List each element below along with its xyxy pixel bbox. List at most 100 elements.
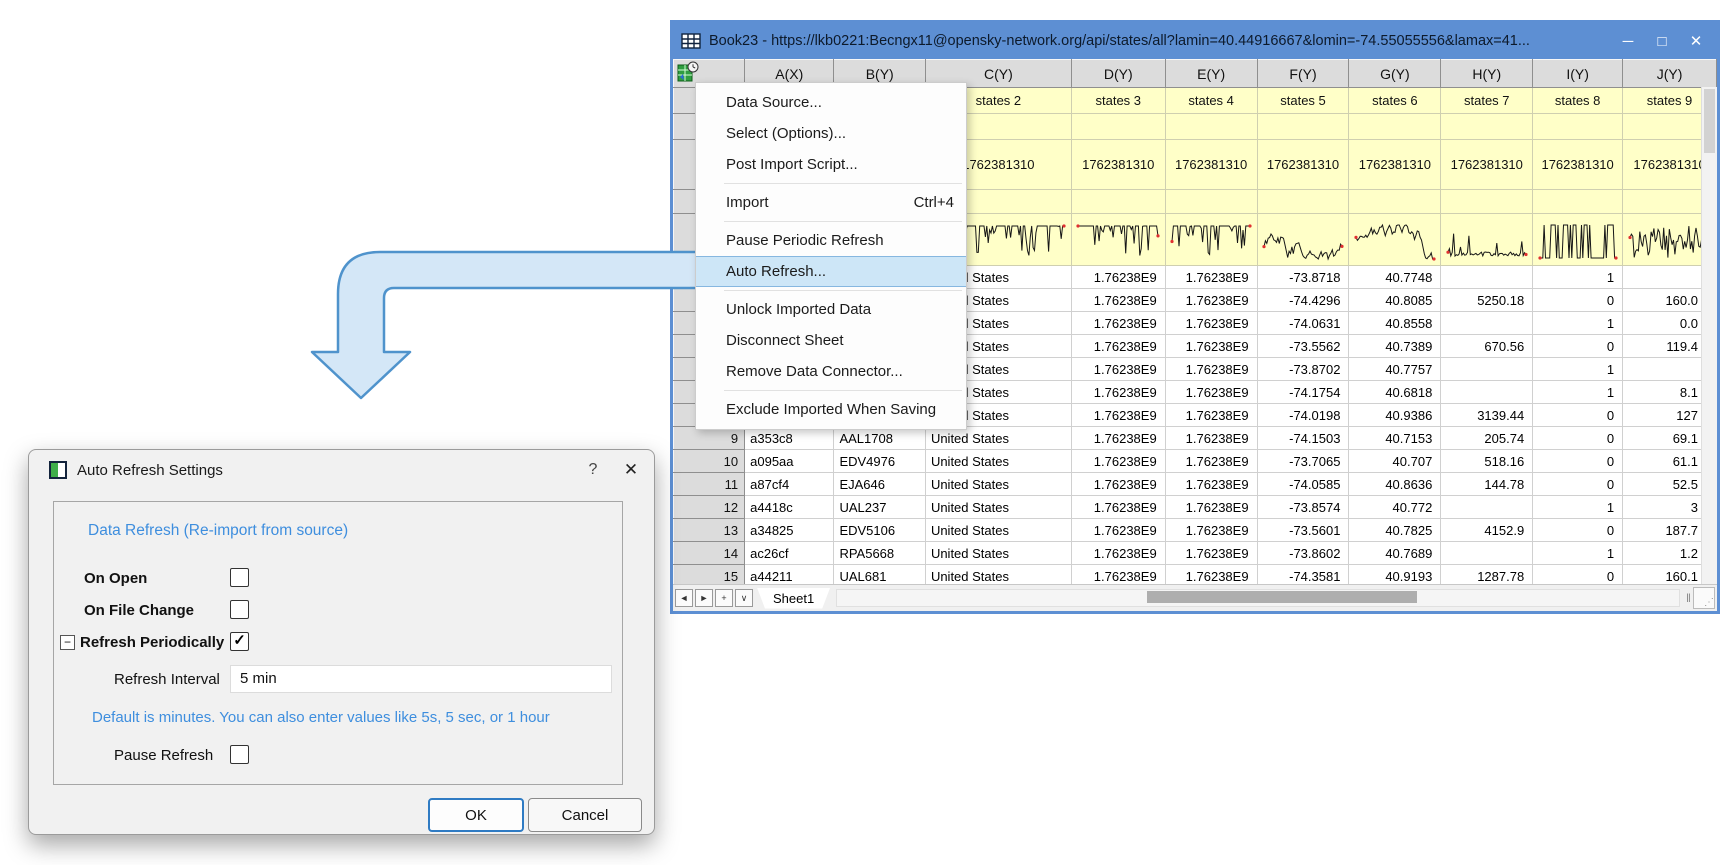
fx-cell[interactable] [1165,190,1257,214]
long-name-cell[interactable]: states 6 [1349,88,1441,114]
menu-item-pause-periodic-refresh[interactable]: Pause Periodic Refresh [696,225,966,256]
comments-cell[interactable]: 1762381310 [1071,140,1165,190]
cell[interactable] [1441,358,1533,381]
cell[interactable]: 1.76238E9 [1165,404,1257,427]
cell[interactable]: 1.76238E9 [1071,381,1165,404]
add-sheet-button[interactable]: + [715,589,733,607]
cell[interactable]: 40.8636 [1349,473,1441,496]
cell[interactable]: -73.8602 [1257,542,1349,565]
long-name-cell[interactable]: states 5 [1257,88,1349,114]
fx-cell[interactable] [1257,190,1349,214]
sparkline-cell[interactable] [1533,214,1623,266]
cell[interactable]: 40.707 [1349,450,1441,473]
column-header-H[interactable]: H(Y) [1441,60,1533,88]
cell[interactable]: -73.7065 [1257,450,1349,473]
menu-item-select-options[interactable]: Select (Options)... [696,118,966,149]
pane-splitter-icon[interactable]: ‖ [1686,591,1691,605]
cell[interactable]: 1.76238E9 [1071,496,1165,519]
cell[interactable] [1441,381,1533,404]
units-cell[interactable] [1165,114,1257,140]
long-name-cell[interactable]: states 8 [1533,88,1623,114]
cell[interactable]: 1.76238E9 [1071,358,1165,381]
cell[interactable]: 205.74 [1441,427,1533,450]
minimize-button[interactable]: ─ [1611,28,1645,54]
cell[interactable]: 0 [1533,427,1623,450]
cell[interactable]: 1 [1533,496,1623,519]
cell[interactable]: 1.76238E9 [1165,450,1257,473]
comments-cell[interactable]: 1762381310 [1257,140,1349,190]
units-cell[interactable] [1533,114,1623,140]
cell[interactable]: 1.76238E9 [1071,266,1165,289]
cell[interactable]: 1.76238E9 [1165,335,1257,358]
menu-item-post-import-script[interactable]: Post Import Script... [696,149,966,180]
sheet-list-button[interactable]: ∨ [735,589,753,607]
cell[interactable]: -74.0198 [1257,404,1349,427]
cell[interactable]: 1 [1533,542,1623,565]
pause-refresh-checkbox[interactable] [230,745,249,764]
on-open-checkbox[interactable] [230,568,249,587]
cell[interactable]: EDV4976 [834,450,925,473]
cell[interactable]: 1.76238E9 [1071,312,1165,335]
on-file-change-checkbox[interactable] [230,600,249,619]
cell[interactable]: 1.76238E9 [1071,473,1165,496]
horizontal-scrollbar[interactable] [836,589,1680,607]
cell[interactable]: 0 [1533,289,1623,312]
collapse-toggle-icon[interactable]: − [60,635,75,650]
cell[interactable]: -73.5601 [1257,519,1349,542]
cell[interactable]: -74.0585 [1257,473,1349,496]
cell[interactable]: -74.1503 [1257,427,1349,450]
menu-item-auto-refresh[interactable]: Auto Refresh... [696,256,966,287]
column-header-J[interactable]: J(Y) [1623,60,1717,88]
menu-item-exclude-imported-when-saving[interactable]: Exclude Imported When Saving [696,394,966,425]
maximize-button[interactable]: □ [1645,28,1679,54]
column-header-F[interactable]: F(Y) [1257,60,1349,88]
cell[interactable]: 40.7748 [1349,266,1441,289]
row-number[interactable]: 11 [674,473,745,496]
cell[interactable] [1441,496,1533,519]
cell[interactable]: RPA5668 [834,542,925,565]
cell[interactable]: 1.76238E9 [1071,404,1165,427]
menu-item-unlock-imported-data[interactable]: Unlock Imported Data [696,294,966,325]
cell[interactable]: 1.76238E9 [1165,496,1257,519]
cell[interactable]: 1.76238E9 [1165,358,1257,381]
sparkline-cell[interactable] [1441,214,1533,266]
horizontal-scrollbar-thumb[interactable] [1147,591,1417,603]
cell[interactable]: 1.76238E9 [1165,266,1257,289]
cell[interactable]: 5250.18 [1441,289,1533,312]
long-name-cell[interactable]: states 4 [1165,88,1257,114]
cell[interactable]: 1.76238E9 [1165,473,1257,496]
units-cell[interactable] [1257,114,1349,140]
units-cell[interactable] [1071,114,1165,140]
cell[interactable]: 0 [1533,519,1623,542]
cell[interactable] [1441,266,1533,289]
resize-grip-icon[interactable]: ⋰ [1693,587,1715,609]
cell[interactable]: 40.7153 [1349,427,1441,450]
cell[interactable]: 1.76238E9 [1165,312,1257,335]
cell[interactable]: 0 [1533,404,1623,427]
cell[interactable]: EJA646 [834,473,925,496]
units-cell[interactable] [1349,114,1441,140]
cell[interactable] [1441,312,1533,335]
row-number[interactable]: 12 [674,496,745,519]
cell[interactable]: -74.1754 [1257,381,1349,404]
sparkline-cell[interactable] [1071,214,1165,266]
cell[interactable]: United States [925,496,1071,519]
cell[interactable]: United States [925,450,1071,473]
cell[interactable]: -73.8702 [1257,358,1349,381]
column-header-E[interactable]: E(Y) [1165,60,1257,88]
fx-cell[interactable] [1349,190,1441,214]
cell[interactable]: 1.76238E9 [1071,335,1165,358]
cell[interactable]: United States [925,542,1071,565]
cell[interactable]: 40.7757 [1349,358,1441,381]
row-number[interactable]: 10 [674,450,745,473]
cell[interactable]: 1 [1533,312,1623,335]
cell[interactable]: 1.76238E9 [1071,427,1165,450]
cell[interactable]: 3139.44 [1441,404,1533,427]
vertical-scrollbar-thumb[interactable] [1704,89,1715,153]
cell[interactable]: 40.9386 [1349,404,1441,427]
cancel-button[interactable]: Cancel [528,798,642,832]
tab-next-button[interactable]: ► [695,589,713,607]
cell[interactable]: -73.5562 [1257,335,1349,358]
cell[interactable]: 40.6818 [1349,381,1441,404]
comments-cell[interactable]: 1762381310 [1441,140,1533,190]
